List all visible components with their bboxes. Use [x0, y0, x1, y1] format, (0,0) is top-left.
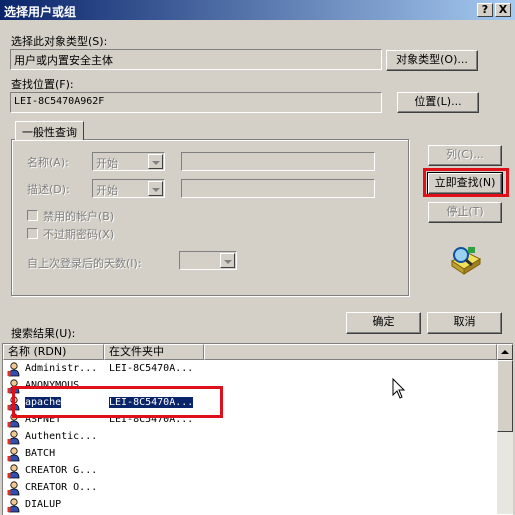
- name-mode-select[interactable]: 开始: [92, 152, 165, 171]
- row-name: ANONYMOUS ...: [25, 380, 104, 391]
- help-button[interactable]: ?: [477, 3, 493, 17]
- table-row[interactable]: ANONYMOUS ...: [3, 378, 495, 395]
- object-type-field: 用户或内置安全主体: [10, 49, 382, 70]
- chevron-down-icon: [148, 154, 163, 169]
- search-results-list[interactable]: 名称 (RDN) 在文件夹中 Administr... LEI-8C5470A..…: [2, 343, 513, 515]
- table-row[interactable]: ASPNET LEI-8C5470A...: [3, 412, 495, 429]
- find-now-button[interactable]: 立即查找(N): [427, 172, 503, 195]
- user-icon: [7, 379, 20, 394]
- disabled-accounts-label: 禁用的帐户(B): [43, 210, 115, 223]
- mouse-cursor-icon: [392, 378, 406, 399]
- non-expiring-password-label: 不过期密码(X): [43, 228, 115, 241]
- scroll-up-button[interactable]: [497, 344, 513, 360]
- description-input[interactable]: [181, 179, 375, 198]
- row-name: Authentic...: [25, 431, 98, 442]
- description-label: 描述(D):: [27, 183, 70, 196]
- table-row[interactable]: BATCH: [3, 446, 495, 463]
- row-folder: LEI-8C5470A...: [109, 397, 194, 408]
- table-row[interactable]: Authentic...: [3, 429, 495, 446]
- cancel-button[interactable]: 取消: [427, 312, 502, 334]
- user-icon: [7, 430, 20, 445]
- columns-button[interactable]: 列(C)...: [428, 145, 502, 166]
- user-icon: [7, 498, 20, 513]
- tab-general-query[interactable]: 一般性查询: [15, 121, 84, 140]
- row-name: Administr...: [25, 363, 98, 374]
- close-button[interactable]: X: [495, 3, 511, 17]
- location-field: LEI-8C5470A962F: [10, 92, 382, 113]
- locations-button[interactable]: 位置(L)...: [397, 92, 479, 113]
- table-row[interactable]: apache LEI-8C5470A...: [3, 395, 495, 412]
- description-mode-value: 开始: [96, 184, 118, 197]
- table-row[interactable]: CREATOR G...: [3, 463, 495, 480]
- row-name: CREATOR G...: [25, 465, 98, 476]
- days-since-login-label: 自上次登录后的天数(I):: [27, 257, 142, 270]
- row-name: ASPNET: [25, 414, 62, 425]
- name-mode-value: 开始: [96, 157, 118, 170]
- chevron-down-icon: [148, 181, 163, 196]
- non-expiring-password-checkbox[interactable]: [27, 228, 38, 239]
- object-type-label: 选择此对象类型(S):: [11, 35, 108, 48]
- row-name: DIALUP: [25, 499, 62, 510]
- results-scrollbar[interactable]: [497, 344, 513, 514]
- description-mode-select[interactable]: 开始: [92, 179, 165, 198]
- column-header-name[interactable]: 名称 (RDN): [3, 344, 104, 360]
- user-icon: [7, 481, 20, 496]
- user-icon: [7, 396, 20, 411]
- arrow-up-icon: [501, 350, 509, 354]
- user-icon: [7, 447, 20, 462]
- name-input[interactable]: [181, 152, 375, 171]
- location-label: 查找位置(F):: [11, 78, 74, 91]
- search-results-label: 搜索结果(U):: [11, 327, 76, 340]
- search-animation-icon: [451, 247, 482, 275]
- row-name: CREATOR O...: [25, 482, 98, 493]
- user-icon: [7, 413, 20, 428]
- ok-button[interactable]: 确定: [346, 312, 421, 334]
- disabled-accounts-checkbox[interactable]: [27, 210, 38, 221]
- column-header-filler: [204, 344, 497, 360]
- name-label: 名称(A):: [27, 156, 69, 169]
- stop-button[interactable]: 停止(T): [428, 202, 502, 223]
- days-since-login-select[interactable]: [179, 251, 237, 270]
- window-title: 选择用户或组: [4, 5, 77, 19]
- table-row[interactable]: DIALUP: [3, 497, 495, 514]
- chevron-down-icon: [220, 253, 235, 268]
- table-row[interactable]: CREATOR O...: [3, 480, 495, 497]
- row-name: apache: [25, 397, 62, 408]
- user-icon: [7, 362, 20, 377]
- row-folder: LEI-8C5470A...: [109, 363, 194, 374]
- object-types-button[interactable]: 对象类型(O)...: [386, 50, 478, 71]
- column-header-folder[interactable]: 在文件夹中: [104, 344, 204, 360]
- user-icon: [7, 464, 20, 479]
- scroll-thumb[interactable]: [497, 360, 513, 432]
- table-row[interactable]: Administr... LEI-8C5470A...: [3, 361, 495, 378]
- row-folder: LEI-8C5470A...: [109, 414, 194, 425]
- row-name: BATCH: [25, 448, 56, 459]
- title-bar: 选择用户或组 ? X: [0, 0, 515, 20]
